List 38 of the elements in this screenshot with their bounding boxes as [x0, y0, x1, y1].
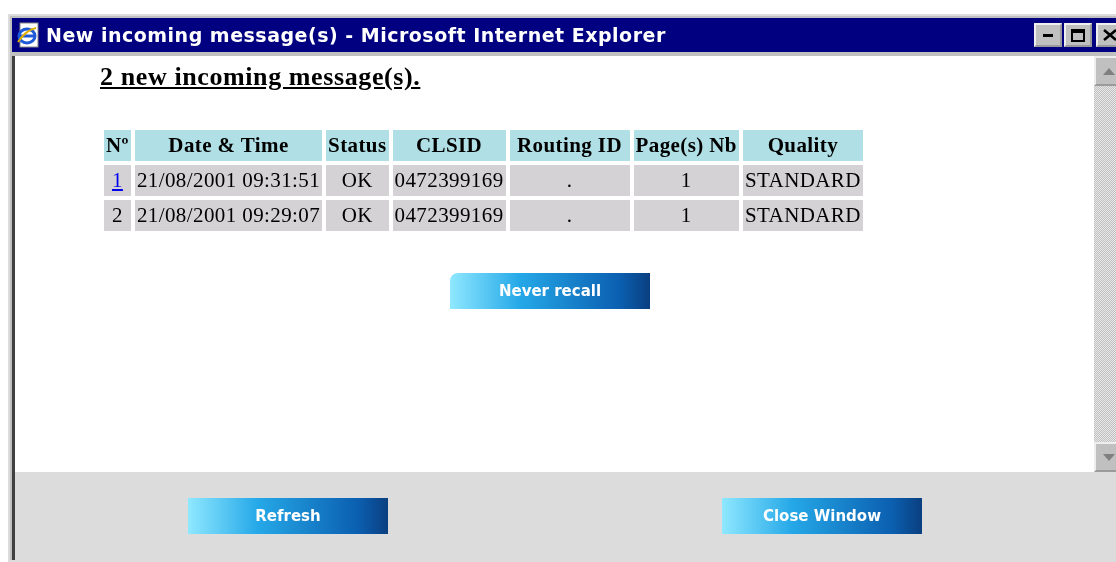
browser-logo-icon	[16, 22, 40, 48]
column-header: Nº	[104, 130, 131, 161]
close-window-button[interactable]: Close Window	[722, 498, 922, 534]
down-arrow-icon	[1103, 453, 1115, 461]
minimize-button[interactable]	[1034, 23, 1062, 47]
maximize-button[interactable]	[1064, 23, 1092, 47]
page-heading: 2 new incoming message(s).	[100, 62, 421, 92]
table-cell: 2	[104, 200, 131, 231]
message-link[interactable]: 1	[112, 168, 123, 192]
scrollbar[interactable]	[1094, 56, 1116, 472]
up-arrow-icon	[1103, 67, 1115, 75]
table-cell: .	[509, 200, 630, 231]
column-header: Page(s) Nb	[633, 130, 739, 161]
table-cell: 21/08/2001 09:29:07	[134, 200, 323, 231]
table-cell: 0472399169	[392, 200, 506, 231]
table-cell: 1	[633, 165, 739, 196]
table-cell: .	[509, 165, 630, 196]
close-button[interactable]	[1096, 23, 1116, 47]
window-title: New incoming message(s) - Microsoft Internet Explorer	[46, 24, 667, 46]
table-cell: OK	[326, 165, 389, 196]
table-cell: 21/08/2001 09:31:51	[134, 165, 323, 196]
table-cell: OK	[326, 200, 389, 231]
column-header: Status	[326, 130, 389, 161]
scroll-down-button[interactable]	[1094, 442, 1116, 472]
never-recall-button[interactable]: Never recall	[450, 273, 650, 309]
refresh-button[interactable]: Refresh	[188, 498, 388, 534]
column-header: Routing ID	[509, 130, 630, 161]
close-icon	[1103, 29, 1116, 41]
maximize-icon	[1071, 28, 1085, 42]
minimize-icon	[1043, 33, 1053, 37]
table-cell: STANDARD	[742, 165, 863, 196]
column-header: CLSID	[392, 130, 506, 161]
column-header: Quality	[742, 130, 863, 161]
table-cell: 1	[633, 200, 739, 231]
table-cell: STANDARD	[742, 200, 863, 231]
table-cell: 0472399169	[392, 165, 506, 196]
column-header: Date & Time	[134, 130, 323, 161]
scroll-up-button[interactable]	[1094, 56, 1116, 86]
